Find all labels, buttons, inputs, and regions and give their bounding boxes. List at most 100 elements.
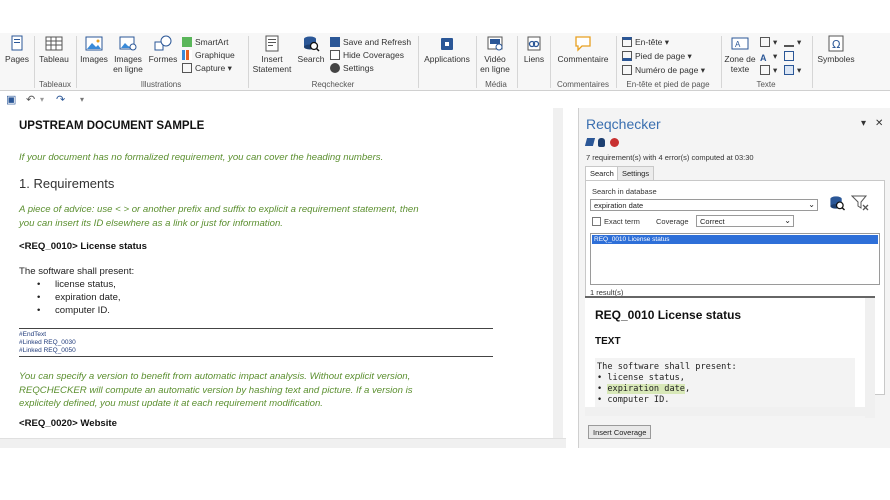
entete-button[interactable]: En-tête ▾ [622,36,669,48]
page-number-icon [622,65,632,75]
search-button[interactable]: Search [296,35,326,64]
search-label: Search in database [592,187,657,196]
preview-body: The software shall present: • license st… [595,358,855,410]
screenshot-icon [182,63,192,73]
applications-button[interactable]: Applications [420,35,474,64]
group-label-illustrations: Illustrations [140,80,182,89]
separator [812,36,813,88]
pane-icons [584,138,626,148]
dropcap-button[interactable]: ▾ [760,64,777,76]
group-label-texte: Texte [756,80,776,89]
gear-icon [330,63,340,73]
images-en-ligne-button[interactable]: Images en ligne [111,35,145,74]
pied-de-page-button[interactable]: Pied de page ▾ [622,50,692,62]
date-icon [784,51,794,61]
save-refresh-icon [330,37,340,47]
chevron-down-icon[interactable]: ⌄ [808,200,815,209]
paragraph-advice-2: A piece of advice: use < > or another pr… [19,204,419,229]
requirement-heading: <REQ_0010> License status [19,241,148,252]
error-icon[interactable] [610,138,619,147]
exact-term-checkbox[interactable] [592,217,601,226]
list-item: computer ID. [37,304,121,317]
save-icon[interactable]: ▣ [6,93,16,106]
capture-button[interactable]: Capture ▾ [182,62,232,74]
save-refresh-button[interactable]: Save and Refresh [330,36,411,48]
search-input[interactable]: expiration date ⌄ [590,199,818,211]
comment-icon [575,36,591,52]
numero-de-page-button[interactable]: Numéro de page ▾ [622,64,705,76]
store-icon [441,38,453,50]
document-horizontal-scrollbar[interactable] [0,438,566,448]
insert-statement-button[interactable]: Insert Statement [250,35,294,74]
signature-icon [784,37,794,47]
liens-button[interactable]: Liens [520,35,548,64]
paragraph-advice-3: You can specify a version to benefit fro… [19,371,413,409]
results-list[interactable]: REQ_0010 License status [590,233,880,285]
exact-term-label: Exact term [604,217,640,226]
tab-search[interactable]: Search [585,166,619,180]
svg-text:A: A [735,40,741,49]
document-area[interactable]: UPSTREAM DOCUMENT SAMPLE If your documen… [0,108,566,438]
pane-options-icon[interactable]: ▾ [861,118,866,129]
requirement-tags: #EndText #Linked REQ_0030 #Linked REQ_00… [19,331,76,354]
undo-dropdown-icon[interactable]: ▾ [40,95,44,104]
smartart-icon [182,37,192,47]
omega-icon: Ω [828,35,844,52]
preview-vertical-scrollbar[interactable] [865,298,875,418]
database-icon[interactable] [598,138,605,147]
requirement-heading: <REQ_0020> Website [19,418,117,429]
wordart-icon: A [760,53,767,63]
date-button[interactable] [784,50,797,62]
coverage-select[interactable]: Correct ⌄ [696,215,794,227]
tableau-button[interactable]: Tableau [38,35,70,64]
textbox-icon: A [731,37,749,50]
undo-icon[interactable]: ↶ [26,93,35,106]
group-label-entete: En-tête et pied de page [626,80,710,89]
shapes-icon [154,35,172,51]
insert-coverage-button[interactable]: Insert Coverage [588,425,652,439]
formes-button[interactable]: Formes [147,35,179,64]
smartart-button[interactable]: SmartArt [182,36,229,48]
symboles-button[interactable]: Ω Symboles [814,35,858,64]
list-item[interactable]: REQ_0010 License status [592,235,878,244]
header-icon [622,37,632,47]
signature-button[interactable]: ▾ [784,36,801,48]
customize-icon[interactable]: ▾ [80,95,84,104]
wordart-button[interactable]: A ▾ [760,50,777,63]
redo-icon[interactable]: ↷ [56,93,65,106]
divider [19,328,493,329]
insert-statement-icon [265,35,279,52]
requirement-preview: REQ_0010 License status TEXT The softwar… [585,296,875,418]
preview-horizontal-scrollbar[interactable] [585,407,865,416]
list-item: license status, [37,278,121,291]
chevron-down-icon[interactable]: ⌄ [784,216,791,225]
graphique-button[interactable]: Graphique [182,49,235,61]
settings-button[interactable]: Settings [330,62,374,74]
search-database-icon[interactable] [828,195,846,211]
ribbon: Pages Tableau Tableaux Images Images en l… [0,33,890,91]
object-icon [784,65,794,75]
zone-de-texte-button[interactable]: A Zone de texte [724,35,756,74]
coverage-label: Coverage [656,217,689,226]
svg-text:Ω: Ω [832,38,840,51]
quick-access-toolbar: ▣ ↶ ▾ ↷ ▾ [0,92,890,108]
video-en-ligne-button[interactable]: Vidéo en ligne [478,35,512,74]
quick-parts-icon [760,37,770,47]
commentaire-button[interactable]: Commentaire [552,35,614,64]
clear-filter-icon[interactable] [851,195,869,211]
hide-coverages-button[interactable]: Hide Coverages [330,49,404,61]
image-icon [85,36,103,51]
group-label-tableaux: Tableaux [38,80,72,89]
quick-parts-button[interactable]: ▾ [760,36,777,48]
preview-subtitle: TEXT [595,336,621,347]
heading-requirements: 1. Requirements [19,176,115,191]
images-button[interactable]: Images [80,35,108,64]
object-button[interactable]: ▾ [784,64,801,76]
leaf-icon[interactable] [584,138,596,146]
close-icon[interactable]: ✕ [875,118,883,129]
tab-settings[interactable]: Settings [617,166,655,180]
pane-title: Reqchecker [586,116,661,132]
pages-button[interactable]: Pages [4,35,30,64]
online-image-icon [119,36,137,51]
document-vertical-scrollbar[interactable] [553,108,563,438]
